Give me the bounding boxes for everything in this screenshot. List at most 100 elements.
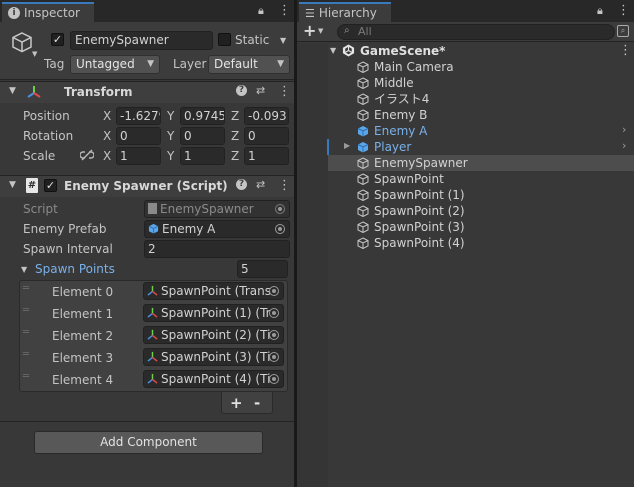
more-menu-icon[interactable]: ⋮ xyxy=(278,3,291,18)
help-icon[interactable]: ? xyxy=(236,85,247,96)
hierarchy-item-illust4[interactable]: イラスト4 xyxy=(357,91,429,107)
layer-dropdown[interactable]: Default ▼ xyxy=(208,55,290,74)
tab-hierarchy[interactable]: ☰ Hierarchy xyxy=(299,2,391,22)
component-menu-icon[interactable]: ⋮ xyxy=(278,178,291,193)
position-z-field[interactable]: -0.093 xyxy=(244,107,289,125)
preset-icon[interactable]: ⇄ xyxy=(256,84,265,97)
create-button[interactable]: + xyxy=(303,21,316,40)
hierarchy-item-enemy-b[interactable]: Enemy B xyxy=(357,107,427,123)
search-input[interactable]: ⌕ All xyxy=(337,24,615,40)
create-dropdown-arrow[interactable]: ▼ xyxy=(318,27,323,35)
rotation-x-field[interactable]: 0 xyxy=(116,127,161,145)
script-component-title: Enemy Spawner (Script) xyxy=(64,179,228,193)
drag-handle-icon[interactable]: ═ xyxy=(23,305,29,316)
pos-z-label[interactable]: Z xyxy=(231,109,239,123)
drag-handle-icon[interactable]: ═ xyxy=(23,349,29,360)
object-picker-icon[interactable] xyxy=(269,352,279,362)
scale-y-field[interactable]: 1 xyxy=(180,147,225,165)
hierarchy-item-spawnpoint-4[interactable]: SpawnPoint (4) xyxy=(357,235,465,251)
icon-dropdown-arrow[interactable]: ▼ xyxy=(32,50,37,58)
object-picker-icon[interactable] xyxy=(269,308,279,318)
object-picker-icon[interactable] xyxy=(275,224,285,234)
object-picker-icon[interactable] xyxy=(269,330,279,340)
drag-handle-icon[interactable]: ═ xyxy=(23,283,29,294)
element-object-field[interactable]: SpawnPoint (3) (Ti xyxy=(143,348,284,366)
element-object-field[interactable]: SpawnPoint (4) (Ti xyxy=(143,370,284,388)
foldout-arrow-icon[interactable]: ▼ xyxy=(21,265,27,274)
object-name-field[interactable]: EnemySpawner xyxy=(70,31,213,50)
spawn-interval-field[interactable]: 2 xyxy=(144,240,290,258)
tab-hierarchy-label: Hierarchy xyxy=(318,6,377,20)
hierarchy-item-spawnpoint-2[interactable]: SpawnPoint (2) xyxy=(357,203,465,219)
lock-icon[interactable]: 🔒︎ xyxy=(258,4,264,18)
drag-handle-icon[interactable]: ═ xyxy=(23,371,29,382)
scale-z-label[interactable]: Z xyxy=(231,149,239,163)
static-checkbox[interactable] xyxy=(218,33,231,46)
static-dropdown-arrow[interactable]: ▼ xyxy=(280,36,286,45)
scale-z-field[interactable]: 1 xyxy=(244,147,289,165)
tab-inspector[interactable]: i Inspector xyxy=(2,2,94,22)
pos-x-label[interactable]: X xyxy=(103,109,111,123)
hierarchy-item-enemy-spawner[interactable]: EnemySpawner xyxy=(357,155,468,171)
gameobject-icon xyxy=(357,61,369,73)
more-menu-icon[interactable]: ⋮ xyxy=(617,3,630,18)
foldout-arrow-icon[interactable]: ▼ xyxy=(330,46,336,55)
help-icon[interactable]: ? xyxy=(236,179,247,190)
inspector-panel: i Inspector 🔒︎ ⋮ ▼ ✓ EnemySpawner Static… xyxy=(0,0,294,487)
enemy-prefab-field[interactable]: Enemy A xyxy=(144,220,290,238)
constrain-proportions-icon[interactable] xyxy=(80,149,94,161)
rotation-y-field[interactable]: 0 xyxy=(180,127,225,145)
spawn-points-label[interactable]: Spawn Points xyxy=(35,262,115,276)
position-x-field[interactable]: -1.6279 xyxy=(116,107,161,125)
spawn-points-size-field[interactable]: 5 xyxy=(237,260,288,278)
element-value: SpawnPoint (3) (Ti xyxy=(161,350,271,364)
hierarchy-item-label: Player xyxy=(374,140,412,154)
element-label: Element 3 xyxy=(52,351,114,365)
object-picker-icon[interactable] xyxy=(269,286,279,296)
scene-menu-icon[interactable]: ⋮ xyxy=(619,43,632,58)
foldout-arrow-icon[interactable]: ▼ xyxy=(9,180,16,190)
scene-name[interactable]: GameScene* xyxy=(360,43,445,59)
element-object-field[interactable]: SpawnPoint (1) (Tr xyxy=(143,304,284,322)
position-y-field[interactable]: 0.9745 xyxy=(180,107,225,125)
tag-dropdown[interactable]: Untagged ▼ xyxy=(70,55,160,74)
hierarchy-item-spawnpoint-3[interactable]: SpawnPoint (3) xyxy=(357,219,465,235)
hierarchy-item-label: Enemy A xyxy=(374,124,428,138)
hierarchy-item-main-camera[interactable]: Main Camera xyxy=(357,59,454,75)
lock-icon[interactable]: 🔒︎ xyxy=(597,4,603,18)
chevron-right-icon[interactable]: › xyxy=(622,139,626,152)
hierarchy-item-player[interactable]: Player xyxy=(357,139,411,155)
hierarchy-item-middle[interactable]: Middle xyxy=(357,75,414,91)
transform-header[interactable] xyxy=(0,81,294,103)
chevron-right-icon[interactable]: › xyxy=(622,123,626,136)
foldout-arrow-icon[interactable]: ▶ xyxy=(344,141,350,150)
rot-z-label[interactable]: Z xyxy=(231,129,239,143)
pos-y-label[interactable]: Y xyxy=(167,109,174,123)
add-element-button[interactable]: + xyxy=(230,394,243,412)
element-label: Element 4 xyxy=(52,373,114,387)
search-filter-icon[interactable]: ⌕ xyxy=(617,25,629,37)
scale-x-field[interactable]: 1 xyxy=(116,147,161,165)
rotation-z-field[interactable]: 0 xyxy=(244,127,289,145)
drag-handle-icon[interactable]: ═ xyxy=(23,327,29,338)
object-picker-icon xyxy=(275,204,285,214)
remove-element-button[interactable]: - xyxy=(254,394,260,412)
element-object-field[interactable]: SpawnPoint (2) (Ti xyxy=(143,326,284,344)
add-component-button[interactable]: Add Component xyxy=(34,431,263,454)
preset-icon[interactable]: ⇄ xyxy=(256,178,265,191)
hierarchy-item-label: SpawnPoint (2) xyxy=(374,204,465,218)
element-object-field[interactable]: SpawnPoint (Trans xyxy=(143,282,284,300)
scale-x-label[interactable]: X xyxy=(103,149,111,163)
component-menu-icon[interactable]: ⋮ xyxy=(278,84,291,99)
foldout-arrow-icon[interactable]: ▼ xyxy=(9,86,16,96)
object-picker-icon[interactable] xyxy=(269,374,279,384)
active-checkbox[interactable]: ✓ xyxy=(51,33,64,46)
hierarchy-item-spawnpoint-1[interactable]: SpawnPoint (1) xyxy=(357,187,465,203)
component-enabled-checkbox[interactable]: ✓ xyxy=(44,179,57,192)
hierarchy-item-enemy-a[interactable]: Enemy A xyxy=(357,123,427,139)
hierarchy-item-label: SpawnPoint xyxy=(374,172,444,186)
rot-x-label[interactable]: X xyxy=(103,129,111,143)
rot-y-label[interactable]: Y xyxy=(167,129,174,143)
scale-y-label[interactable]: Y xyxy=(167,149,174,163)
hierarchy-item-spawnpoint[interactable]: SpawnPoint xyxy=(357,171,444,187)
